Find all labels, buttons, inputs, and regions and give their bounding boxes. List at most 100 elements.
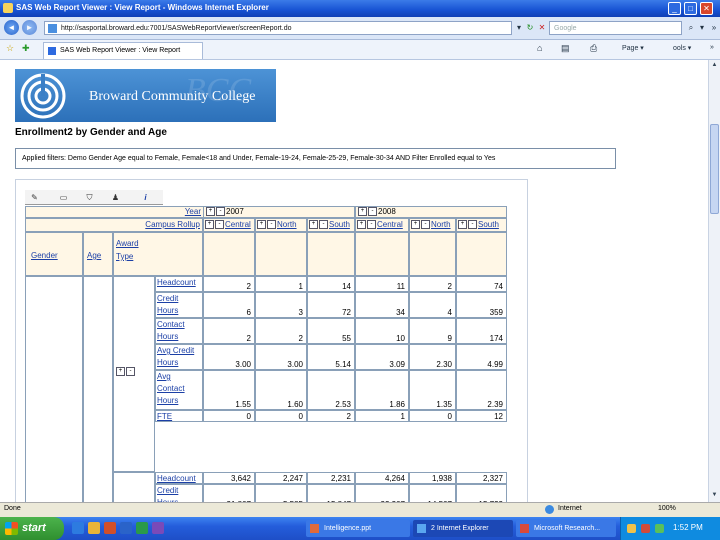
more-commands-icon[interactable]: » xyxy=(710,44,714,51)
year-header: + -2007 xyxy=(203,206,355,218)
info-icon[interactable]: i xyxy=(139,192,152,203)
award-link[interactable]: Award xyxy=(116,239,139,248)
expand-icon[interactable]: + xyxy=(116,367,125,377)
value-cell: 1 xyxy=(255,276,307,292)
gender-link[interactable]: Gender xyxy=(31,251,58,260)
search-go-icon[interactable]: ⌕ xyxy=(685,21,697,35)
value-cell: 2,327 xyxy=(456,472,507,484)
view-icon[interactable]: ▭ xyxy=(57,192,70,203)
close-button[interactable]: ✕ xyxy=(700,2,713,15)
campus-rollup-label[interactable]: Campus Rollup xyxy=(145,220,200,229)
tray-icon[interactable] xyxy=(627,524,636,533)
year-value: 2007 xyxy=(226,207,244,216)
expand-icon[interactable]: + xyxy=(458,220,467,230)
value-cell: 11 xyxy=(355,276,409,292)
page-menu[interactable]: Page ▾ xyxy=(622,44,644,52)
campus-link[interactable]: South xyxy=(329,220,350,229)
metric-link[interactable]: Headcount xyxy=(157,474,196,483)
feeds-icon[interactable]: ▤ xyxy=(561,43,570,54)
value-cell: 31,807 xyxy=(203,484,255,502)
zoom-level[interactable]: 100% xyxy=(658,505,676,512)
campus-link[interactable]: North xyxy=(277,220,297,229)
campus-header: + - Central xyxy=(203,218,255,232)
expand-icon[interactable]: + xyxy=(205,220,214,230)
collapse-icon[interactable]: - xyxy=(319,220,328,230)
metric-link[interactable]: Headcount xyxy=(157,278,196,287)
filter-icon[interactable]: ⛉ xyxy=(83,192,96,203)
metric-link[interactable]: Credit xyxy=(157,294,178,303)
collapse-icon[interactable]: - xyxy=(126,367,135,377)
rank-icon[interactable]: ♟ xyxy=(109,192,122,203)
campus-link[interactable]: North xyxy=(431,220,451,229)
year-label[interactable]: Year xyxy=(185,207,201,216)
tab-active[interactable]: SAS Web Report Viewer : View Report xyxy=(43,42,203,59)
stop-icon[interactable]: ✕ xyxy=(536,21,548,35)
expand-icon[interactable]: + xyxy=(206,207,215,217)
metric-link[interactable]: Credit xyxy=(157,486,178,495)
metric-link[interactable]: Hours xyxy=(157,332,178,341)
task-research-icon xyxy=(520,524,529,533)
home-icon[interactable]: ⌂ xyxy=(537,43,542,53)
campus-link[interactable]: South xyxy=(478,220,499,229)
quicklaunch-ie-icon[interactable] xyxy=(72,522,84,534)
metric-link[interactable]: Contact xyxy=(157,384,185,393)
quicklaunch-powerpoint-icon[interactable] xyxy=(104,522,116,534)
metric-link[interactable]: Avg xyxy=(157,372,171,381)
security-zone: Internet xyxy=(558,505,582,512)
forward-button[interactable]: ► xyxy=(22,20,37,35)
value-cell: 2.39 xyxy=(456,370,507,410)
task-internet-explorer[interactable]: 2 Internet Explorer xyxy=(413,520,513,537)
task-powerpoint[interactable]: Intelligence.ppt xyxy=(306,520,410,537)
type-link[interactable]: Type xyxy=(116,252,133,261)
expand-icon[interactable]: + xyxy=(257,220,266,230)
search-input[interactable]: Google xyxy=(549,21,682,35)
metric-link[interactable]: Hours xyxy=(157,306,178,315)
expand-icon[interactable]: + xyxy=(411,220,420,230)
scroll-up-icon[interactable]: ▲ xyxy=(710,61,719,70)
start-button[interactable]: start xyxy=(0,517,64,540)
scroll-thumb[interactable] xyxy=(710,124,719,214)
maximize-button[interactable]: □ xyxy=(684,2,697,15)
campus-link[interactable]: Central xyxy=(225,220,251,229)
age-link[interactable]: Age xyxy=(87,251,101,260)
metric-link[interactable]: Avg Credit xyxy=(157,346,194,355)
metric-link[interactable]: FTE xyxy=(157,412,172,421)
expand-icon[interactable]: + xyxy=(358,207,367,217)
back-button[interactable]: ◄ xyxy=(4,20,19,35)
search-dropdown-icon[interactable]: ▾ xyxy=(697,21,707,35)
url-input[interactable]: http://sasportal.broward.edu:7001/SASWeb… xyxy=(44,21,512,35)
refresh-icon[interactable]: ↻ xyxy=(524,21,536,35)
collapse-icon[interactable]: - xyxy=(368,207,377,217)
value-cell: 2.30 xyxy=(409,344,456,370)
edit-icon[interactable]: ✎ xyxy=(28,192,41,203)
quicklaunch-word-icon[interactable] xyxy=(120,522,132,534)
expand-icon[interactable]: + xyxy=(357,220,366,230)
scroll-down-icon[interactable]: ▼ xyxy=(710,491,719,500)
task-research[interactable]: Microsoft Research... xyxy=(516,520,616,537)
campus-link[interactable]: Central xyxy=(377,220,403,229)
page-content: BCC Broward Community College Enrollment… xyxy=(0,60,708,502)
more-chevron-icon[interactable]: » xyxy=(709,21,719,35)
collapse-icon[interactable]: - xyxy=(421,220,430,230)
quicklaunch-app-icon[interactable] xyxy=(152,522,164,534)
minimize-button[interactable]: _ xyxy=(668,2,681,15)
quicklaunch-excel-icon[interactable] xyxy=(136,522,148,534)
quicklaunch-folder-icon[interactable] xyxy=(88,522,100,534)
metric-link[interactable]: Contact xyxy=(157,320,185,329)
tools-menu[interactable]: ools ▾ xyxy=(673,44,691,52)
tray-icon[interactable] xyxy=(655,524,664,533)
tray-icon[interactable] xyxy=(641,524,650,533)
collapse-icon[interactable]: - xyxy=(267,220,276,230)
favorites-star-icon[interactable]: ☆ xyxy=(6,43,14,54)
collapse-icon[interactable]: - xyxy=(215,220,224,230)
collapse-icon[interactable]: - xyxy=(367,220,376,230)
vertical-scrollbar[interactable]: ▲ ▼ xyxy=(708,60,720,502)
metric-link[interactable]: Hours xyxy=(157,358,178,367)
collapse-icon[interactable]: - xyxy=(216,207,225,217)
collapse-icon[interactable]: - xyxy=(468,220,477,230)
print-icon[interactable]: ⎙ xyxy=(590,43,597,54)
add-favorite-icon[interactable]: ✚ xyxy=(22,43,30,54)
url-dropdown-icon[interactable]: ▾ xyxy=(514,21,524,35)
metric-link[interactable]: Hours xyxy=(157,396,178,405)
expand-icon[interactable]: + xyxy=(309,220,318,230)
